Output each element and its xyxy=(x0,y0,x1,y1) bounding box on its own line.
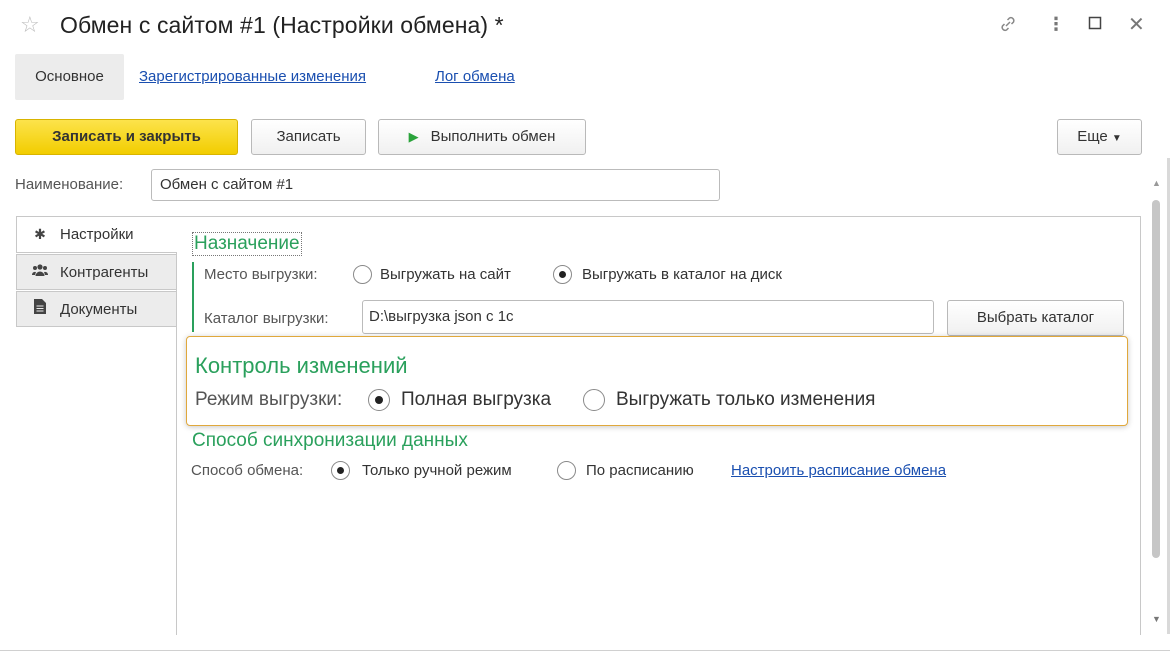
radio-upload-disk[interactable] xyxy=(553,265,572,284)
run-exchange-button[interactable]: ▶ Выполнить обмен xyxy=(378,119,586,155)
tab-documents-label: Документы xyxy=(60,301,138,318)
tab-settings[interactable]: ✱ Настройки xyxy=(16,216,177,253)
tab-counterparties-label: Контрагенты xyxy=(60,264,149,281)
upload-mode-label: Режим выгрузки: xyxy=(195,389,343,410)
name-input[interactable]: Обмен с сайтом #1 xyxy=(151,169,720,201)
nav-main-tab[interactable]: Основное xyxy=(15,54,124,100)
configure-schedule-link[interactable]: Настроить расписание обмена xyxy=(731,462,946,479)
radio-full-upload[interactable] xyxy=(368,389,390,411)
name-label: Наименование: xyxy=(15,176,124,193)
chevron-down-icon: ▼ xyxy=(1111,133,1122,144)
more-vertical-icon[interactable]: ⋮ xyxy=(1047,14,1065,35)
nav-exchange-log-link[interactable]: Лог обмена xyxy=(435,68,515,85)
scroll-down-icon[interactable]: ▼ xyxy=(1152,614,1161,624)
run-exchange-label: Выполнить обмен xyxy=(430,128,556,145)
save-and-close-button[interactable]: Записать и закрыть xyxy=(15,119,238,155)
radio-upload-site-label[interactable]: Выгружать на сайт xyxy=(380,266,511,283)
tab-settings-label: Настройки xyxy=(60,226,134,243)
tab-counterparties[interactable]: Контрагенты xyxy=(16,254,177,290)
vertical-scrollbar[interactable]: ▲ ▼ xyxy=(1148,178,1166,634)
close-icon[interactable]: ✕ xyxy=(1128,12,1145,37)
users-icon xyxy=(31,255,49,289)
change-control-title: Контроль изменений xyxy=(195,353,408,378)
scroll-up-icon[interactable]: ▲ xyxy=(1152,178,1161,188)
link-icon[interactable] xyxy=(998,14,1018,39)
more-button[interactable]: Еще ▼ xyxy=(1057,119,1142,155)
gear-icon: ✱ xyxy=(34,226,46,242)
window-title: Обмен с сайтом #1 (Настройки обмена) * xyxy=(60,12,504,38)
catalog-input[interactable]: D:\выгрузка json с 1с xyxy=(362,300,934,334)
panel-border-left xyxy=(176,253,177,635)
upload-place-label: Место выгрузки: xyxy=(204,266,318,283)
radio-schedule[interactable] xyxy=(557,461,576,480)
section-accent-bar xyxy=(192,262,194,332)
exchange-method-label: Способ обмена: xyxy=(191,462,304,479)
radio-manual-mode-label[interactable]: Только ручной режим xyxy=(362,462,512,479)
save-button[interactable]: Записать xyxy=(251,119,366,155)
tab-documents[interactable]: Документы xyxy=(16,291,177,327)
radio-upload-site[interactable] xyxy=(353,265,372,284)
star-icon[interactable]: ☆ xyxy=(20,12,40,38)
nav-registered-changes-link[interactable]: Зарегистрированные изменения xyxy=(139,68,366,85)
change-control-panel: Контроль изменений Режим выгрузки: Полна… xyxy=(186,336,1128,426)
scroll-thumb[interactable] xyxy=(1152,200,1160,558)
more-label: Еще xyxy=(1077,128,1108,145)
panel-border-right xyxy=(1140,216,1141,635)
destination-section-title[interactable]: Назначение xyxy=(192,232,302,256)
radio-changes-only[interactable] xyxy=(583,389,605,411)
radio-manual-mode[interactable] xyxy=(331,461,350,480)
radio-changes-only-label[interactable]: Выгружать только изменения xyxy=(616,389,875,411)
title-bar: ☆ Обмен с сайтом #1 (Настройки обмена) *… xyxy=(0,0,1170,52)
window-bottom-edge xyxy=(0,650,1170,651)
radio-upload-disk-label[interactable]: Выгружать в каталог на диск xyxy=(582,266,782,283)
choose-catalog-button[interactable]: Выбрать каталог xyxy=(947,300,1124,336)
play-icon: ▶ xyxy=(408,129,419,144)
radio-full-upload-label[interactable]: Полная выгрузка xyxy=(401,389,551,411)
panel-border-top xyxy=(176,216,1140,217)
radio-schedule-label[interactable]: По расписанию xyxy=(586,462,694,479)
document-icon xyxy=(32,292,48,326)
maximize-icon[interactable] xyxy=(1088,14,1102,35)
sync-section-title: Способ синхронизации данных xyxy=(192,430,468,451)
catalog-label: Каталог выгрузки: xyxy=(204,310,329,327)
